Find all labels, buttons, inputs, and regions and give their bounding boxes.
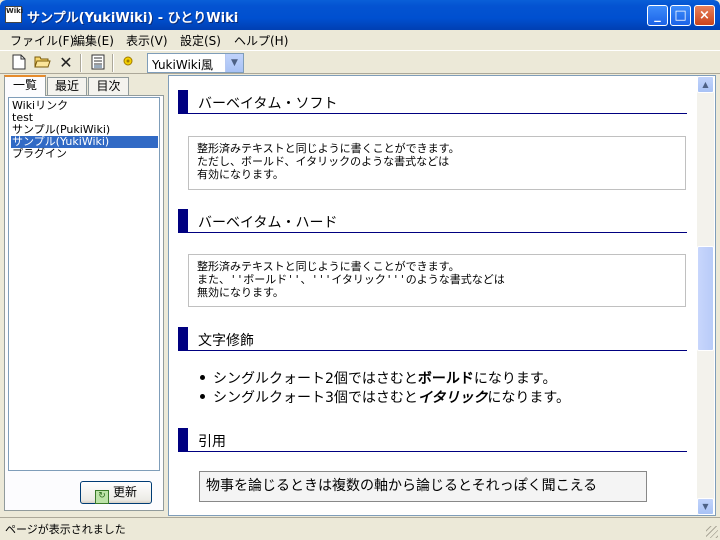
list-item: シングルクォート3個ではさむとイタリックになります。 bbox=[200, 389, 570, 408]
open-folder-icon[interactable] bbox=[33, 54, 51, 72]
section-heading: 文字修飾 bbox=[178, 327, 687, 351]
heading-bar bbox=[178, 209, 188, 232]
close-button[interactable]: × bbox=[694, 5, 715, 26]
section-heading: バーベイタム・ハード bbox=[178, 209, 687, 233]
new-file-icon[interactable] bbox=[10, 54, 28, 72]
menu-bar: ファイル(F) 編集(E) 表示(V) 設定(S) ヘルプ(H) bbox=[0, 30, 720, 49]
bullet-list: シングルクォート2個ではさむとボールドになります。 シングルクォート3個ではさむ… bbox=[200, 370, 570, 408]
refresh-label: 更新 bbox=[112, 485, 137, 499]
scroll-down-icon[interactable]: ▼ bbox=[697, 498, 714, 515]
heading-text: バーベイタム・ソフト bbox=[198, 96, 338, 112]
maximize-button[interactable]: □ bbox=[670, 5, 691, 26]
toolbar-separator bbox=[112, 54, 114, 72]
section-heading: 引用 bbox=[178, 428, 687, 452]
delete-icon[interactable]: ✕ bbox=[57, 54, 75, 72]
status-text: ページが表示されました bbox=[5, 523, 126, 536]
toolbar-separator bbox=[80, 54, 82, 72]
window-title: サンプル(YukiWiki) - ひとりWiki bbox=[27, 11, 239, 26]
verbatim-hard-block: 整形済みテキストと同じように書くことができます。 また、''ボールド''、'''… bbox=[188, 254, 686, 307]
page-list[interactable]: Wikiリンク test サンプル(PukiWiki) サンプル(YukiWik… bbox=[8, 97, 160, 471]
refresh-button[interactable]: ↻ 更新 bbox=[80, 481, 152, 504]
app-icon: Wiki bbox=[5, 6, 23, 23]
section-heading: バーベイタム・ソフト bbox=[178, 90, 687, 114]
style-select[interactable]: YukiWiki風 ▼ bbox=[147, 53, 244, 73]
chevron-down-icon[interactable]: ▼ bbox=[225, 54, 243, 72]
app-window: Wiki サンプル(YukiWiki) - ひとりWiki _ □ × ファイル… bbox=[0, 0, 720, 540]
menu-edit[interactable]: 編集(E) bbox=[73, 32, 114, 49]
heading-text: バーベイタム・ハード bbox=[198, 215, 338, 231]
menu-view[interactable]: 表示(V) bbox=[126, 32, 168, 49]
heading-bar bbox=[178, 90, 188, 113]
toolbar: ✕ YukiWiki風 ▼ bbox=[0, 50, 720, 74]
heading-text: 文字修飾 bbox=[198, 333, 254, 349]
list-item[interactable]: プラグイン bbox=[11, 148, 67, 160]
menu-help[interactable]: ヘルプ(H) bbox=[234, 32, 288, 49]
title-bar[interactable]: Wiki サンプル(YukiWiki) - ひとりWiki _ □ × bbox=[0, 0, 720, 30]
heading-bar bbox=[178, 327, 188, 350]
status-bar: ページが表示されました bbox=[0, 517, 720, 540]
minimize-button[interactable]: _ bbox=[647, 5, 668, 26]
bullet-icon bbox=[200, 375, 205, 380]
settings-sun-icon[interactable] bbox=[119, 54, 137, 72]
tab-toc[interactable]: 目次 bbox=[88, 77, 129, 95]
heading-bar bbox=[178, 428, 188, 451]
heading-text: 引用 bbox=[198, 434, 226, 450]
refresh-icon: ↻ bbox=[94, 490, 109, 504]
menu-settings[interactable]: 設定(S) bbox=[180, 32, 221, 49]
style-select-value: YukiWiki風 bbox=[152, 58, 214, 72]
tab-recent[interactable]: 最近 bbox=[47, 77, 87, 95]
scroll-thumb[interactable] bbox=[697, 246, 714, 351]
bullet-icon bbox=[200, 394, 205, 399]
verbatim-soft-block: 整形済みテキストと同じように書くことができます。 ただし、ボールド、イタリックの… bbox=[188, 136, 686, 190]
blockquote: 物事を論じるときは複数の軸から論じるとそれっぽく聞こえる bbox=[199, 471, 647, 502]
menu-file[interactable]: ファイル(F) bbox=[10, 32, 74, 49]
vertical-scrollbar[interactable]: ▲ ▼ bbox=[697, 76, 714, 515]
list-item: シングルクォート2個ではさむとボールドになります。 bbox=[200, 370, 570, 389]
save-doc-icon[interactable] bbox=[89, 54, 107, 72]
resize-grip-icon[interactable] bbox=[706, 526, 718, 538]
scroll-up-icon[interactable]: ▲ bbox=[697, 76, 714, 93]
tab-list[interactable]: 一覧 bbox=[4, 75, 46, 96]
